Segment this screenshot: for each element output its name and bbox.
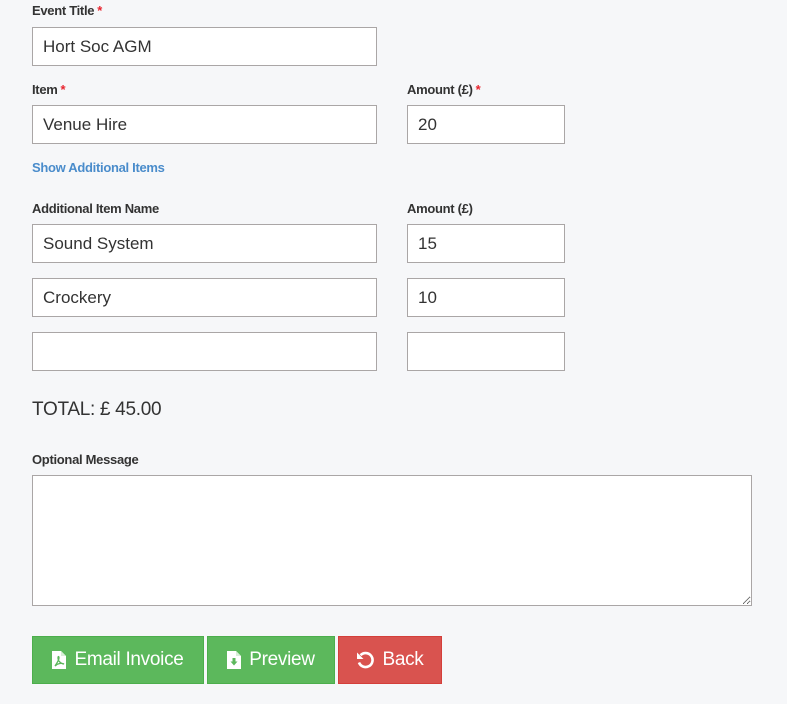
additional-item-amount-input-1[interactable]: [407, 224, 565, 263]
undo-icon: [356, 651, 375, 669]
item-input[interactable]: [32, 105, 377, 144]
file-download-icon: [227, 651, 242, 669]
email-invoice-label: Email Invoice: [74, 649, 184, 670]
required-marker: *: [475, 82, 481, 97]
additional-item-amount-input-2[interactable]: [407, 278, 565, 317]
additional-amount-header: Amount (£): [407, 201, 473, 216]
additional-item-amount-input-3[interactable]: [407, 332, 565, 371]
amount-label: Amount (£) *: [407, 82, 481, 97]
optional-message-label: Optional Message: [32, 452, 139, 467]
back-button[interactable]: Back: [338, 636, 442, 684]
email-invoice-button[interactable]: Email Invoice: [32, 636, 204, 684]
show-additional-items-link[interactable]: Show Additional Items: [32, 160, 165, 175]
additional-item-name-input-1[interactable]: [32, 224, 377, 263]
additional-item-name-input-2[interactable]: [32, 278, 377, 317]
preview-label: Preview: [249, 649, 315, 670]
required-marker: *: [60, 82, 66, 97]
file-pdf-icon: [52, 651, 67, 669]
preview-button[interactable]: Preview: [207, 636, 335, 684]
item-label-text: Item: [32, 82, 58, 97]
additional-item-name-input-3[interactable]: [32, 332, 377, 371]
optional-message-textarea[interactable]: [32, 475, 752, 606]
event-title-input[interactable]: [32, 27, 377, 66]
event-title-label-text: Event Title: [32, 3, 95, 18]
amount-input[interactable]: [407, 105, 565, 144]
event-title-label: Event Title *: [32, 3, 102, 18]
additional-item-name-header: Additional Item Name: [32, 201, 159, 216]
item-label: Item *: [32, 82, 66, 97]
amount-label-text: Amount (£): [407, 82, 473, 97]
total-amount: TOTAL: £ 45.00: [32, 399, 162, 420]
required-marker: *: [97, 3, 102, 18]
back-label: Back: [382, 649, 424, 670]
